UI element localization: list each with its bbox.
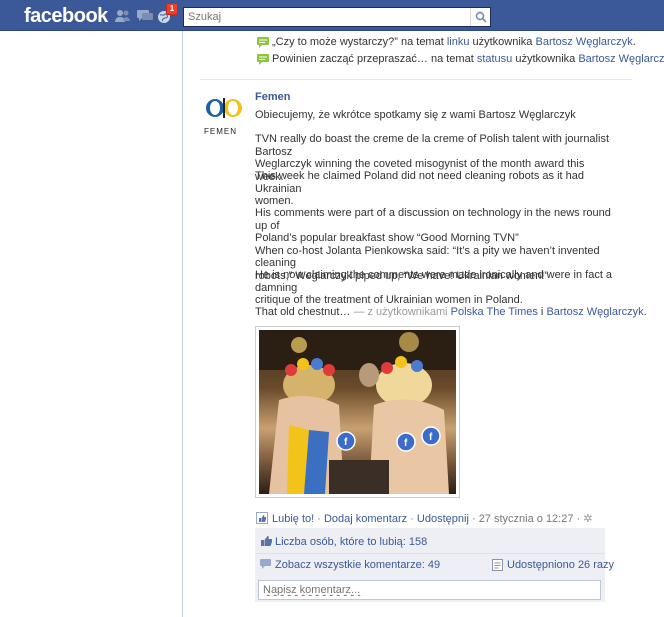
separator-dot: · [468,513,479,525]
activity-text: Powinien zacząć przepraszać… na temat [272,53,477,65]
separator-dot: · [407,513,417,525]
post-author-link[interactable]: Femen [255,91,290,103]
post-tail-end: . [643,306,647,318]
like-count-icon [260,535,273,550]
photo-image: f f f [259,330,456,494]
likes-count-link[interactable]: Liczba osób, które to lubią: 158 [275,536,427,548]
post-paragraph-2: This week he claimed Poland did not need… [255,170,615,208]
post-actions: Lubię to! · Dodaj komentarz · Udostępnij… [272,512,592,525]
post-intro: Obiecujemy, że wkrótce spotkamy się z wa… [255,109,576,121]
post-line: His comments were part of a discussion o… [255,207,611,232]
activity-line-2: Powinien zacząć przepraszać… na temat st… [272,53,664,65]
likes-row: Liczba osób, które to lubią: 158 [255,531,605,553]
activity-text: użytkownika [512,53,579,65]
activity-link[interactable]: linku [447,36,470,48]
photo-scene: f f f [259,330,456,494]
post-line: women. [255,195,294,207]
post-line: Poland’s popular breakfast show “Good Mo… [255,232,519,244]
tagged-user-link[interactable]: Polska The Times [451,306,538,318]
activity-user-link[interactable]: Bartosz Węglarczyk [535,36,632,48]
story-separator [200,79,632,80]
feed-left-border [182,31,183,617]
post-line: This week he claimed Poland did not need… [255,170,584,195]
facebook-logo[interactable]: facebook [24,5,108,28]
top-bar: facebook 1 [0,0,664,31]
activity-text: „Czy to może wystarczy?” na temat [272,36,447,48]
post-line: When co-host Jolanta Pienkowska said: “I… [255,244,600,270]
like-button[interactable]: Lubię to! [272,513,314,525]
search-button[interactable] [470,8,490,26]
friend-requests-icon[interactable] [114,8,132,24]
separator-dot: · [314,513,324,525]
post-tail-text: That old chestnut… [255,306,351,318]
femen-logo-icon [206,98,242,118]
comment-box [258,580,601,600]
search-input[interactable] [184,8,472,26]
share-count-icon [492,559,503,574]
avatar-caption: FEMEN [204,127,237,136]
activity-text: użytkownika [469,36,536,48]
activity-user-link[interactable]: Bartosz Węglarczyk [578,53,664,65]
post-line: critique of the treatment of Ukrainian w… [255,294,523,306]
view-all-comments-link[interactable]: Zobacz wszystkie komentarze: 49 [275,559,440,571]
privacy-gear-icon[interactable]: ✲ [583,513,592,525]
post-photo[interactable]: f f f [255,326,460,498]
magnifier-icon [475,11,487,23]
comments-icon [260,559,272,573]
separator-dot: · [573,513,584,525]
comment-input[interactable] [259,581,600,599]
post-tail: That old chestnut… — z użytkownikami Pol… [255,306,647,319]
post-line: TVN really do boast the creme de la crem… [255,133,609,158]
notification-count-badge: 1 [166,3,178,15]
activity-link[interactable]: statusu [477,53,512,65]
comment-activity-icon [257,37,269,48]
like-thumb-icon [256,512,268,524]
femen-avatar[interactable]: FEMEN [202,95,246,141]
messages-icon[interactable] [136,8,154,24]
post-line: He is now claiming the comments were mad… [255,269,613,294]
search-box [183,7,491,27]
post-paragraph-4: He is now claiming the comments were mad… [255,269,615,307]
comment-activity-icon [257,54,269,65]
likes-count-text[interactable]: Liczba osób, które to lubią: 158 [275,536,427,548]
activity-line-1: „Czy to może wystarczy?” na temat linku … [272,36,636,48]
view-comments-row: Zobacz wszystkie komentarze: 49 Udostępn… [255,554,614,576]
tagged-with-label: — z użytkownikami [350,306,451,318]
activity-text: . [632,36,636,48]
tagged-user-link[interactable]: Bartosz Węglarczyk [546,306,643,318]
post-timestamp[interactable]: 27 stycznia o 12:27 [479,513,574,525]
share-button[interactable]: Udostępnij [417,513,469,525]
shares-count-link[interactable]: Udostępniono 26 razy [507,559,614,571]
add-comment-button[interactable]: Dodaj komentarz [324,513,407,525]
